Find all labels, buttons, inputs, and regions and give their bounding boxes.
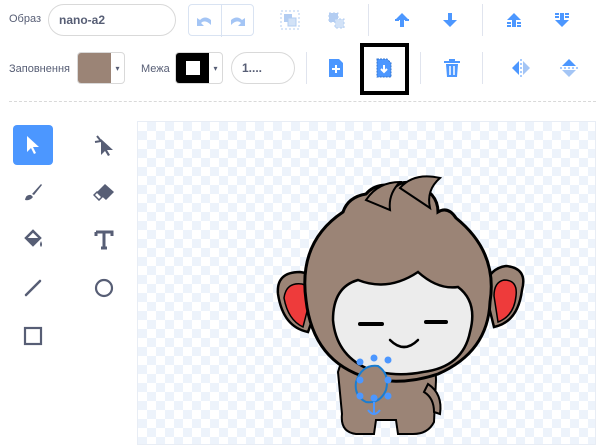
paste-icon [329,59,343,77]
group-button[interactable] [274,4,306,36]
rectangle-tool[interactable] [13,316,53,356]
flip-vertical-button[interactable] [553,52,585,84]
undo-icon [196,17,211,26]
arrow-up-icon [395,13,409,27]
reshape-icon [94,135,113,156]
brush-tool[interactable] [13,172,53,212]
undo-button[interactable] [189,5,222,37]
outline-color-swatch [176,53,209,83]
fill-color-picker[interactable]: ▾ [77,52,125,84]
back-button[interactable] [546,4,578,36]
undo-redo-group [188,4,254,37]
select-tool[interactable] [13,125,53,165]
circle-tool[interactable] [84,268,124,308]
line-tool[interactable] [13,268,53,308]
toolbar-divider [420,52,421,84]
toolbar-divider [482,4,483,36]
copy-button[interactable] [368,52,400,84]
flip-horizontal-icon [512,59,530,77]
paint-canvas[interactable] [137,121,596,445]
flip-horizontal-button[interactable] [505,52,537,84]
eraser-icon [93,184,114,201]
text-tool[interactable] [84,220,124,260]
backward-button[interactable] [434,4,466,36]
arrow-pointer-icon [27,136,39,154]
fill-tool[interactable] [13,220,53,260]
arrow-to-top-icon [507,13,521,27]
brush-icon [25,184,42,201]
ungroup-icon [328,12,345,29]
outline-color-picker[interactable]: ▾ [175,52,223,84]
paste-button[interactable] [320,52,352,84]
costume-character [276,175,525,435]
costume-label: Образ [9,13,42,25]
redo-icon [231,17,246,26]
line-icon [24,279,42,297]
circle-icon [94,278,114,298]
rectangle-icon [23,326,43,346]
toolbar-separator-line [9,101,596,102]
eraser-tool[interactable] [84,172,124,212]
arrow-to-bottom-icon [555,13,569,27]
front-button[interactable] [498,4,530,36]
costume-name-input[interactable]: nano-a2 [48,4,176,36]
redo-button[interactable] [222,5,254,37]
outline-dropdown-arrow: ▾ [213,63,218,73]
toolbar-divider [482,52,483,84]
toolbar-divider [306,52,307,84]
outline-width-input[interactable]: 1.... [231,52,295,84]
reshape-tool[interactable] [84,125,124,165]
paint-bucket-icon [24,229,42,247]
forward-button[interactable] [386,4,418,36]
fill-label: Заповнення [9,63,70,75]
group-icon [280,10,300,30]
arrow-down-icon [443,13,457,27]
delete-button[interactable] [436,52,468,84]
ungroup-button[interactable] [320,4,352,36]
text-icon [94,230,114,250]
trash-icon [444,59,460,77]
outline-label: Межа [141,63,170,75]
toolbar-divider [368,4,369,36]
fill-dropdown-arrow: ▾ [115,63,120,73]
flip-vertical-icon [560,59,578,77]
copy-icon [376,58,392,78]
fill-color-swatch [78,53,111,83]
